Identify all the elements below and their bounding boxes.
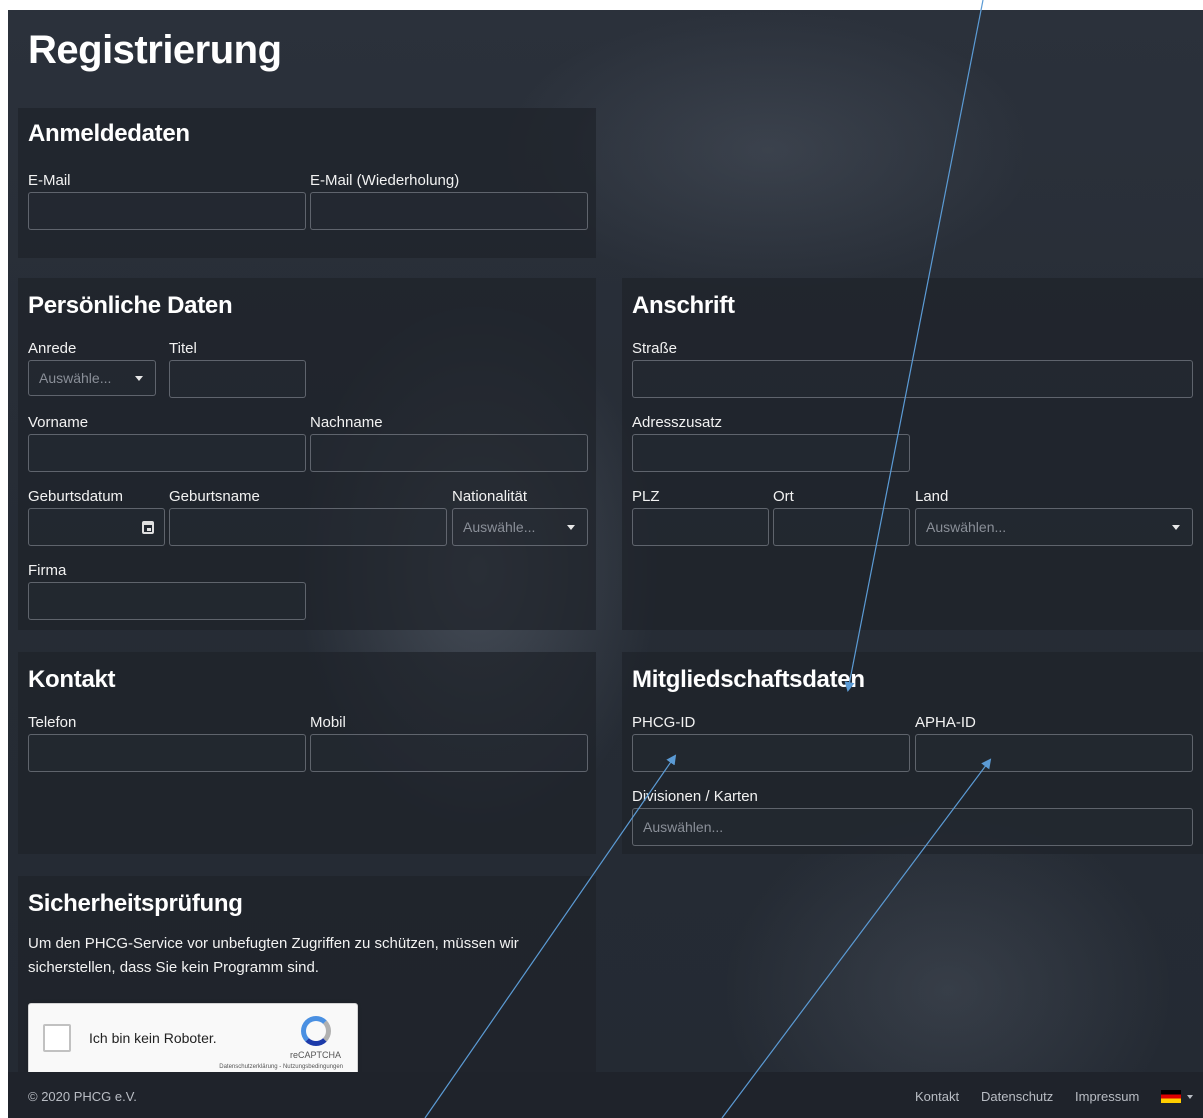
street-label: Straße — [632, 340, 678, 357]
title-label: Titel — [169, 340, 197, 357]
salutation-label: Anrede — [28, 340, 77, 357]
mobile-field[interactable] — [310, 734, 588, 772]
apha-id-field[interactable] — [915, 734, 1193, 772]
country-label: Land — [915, 488, 949, 505]
nationality-select[interactable]: Auswähle... — [452, 508, 588, 546]
email-field[interactable] — [28, 192, 306, 230]
personal-heading: Persönliche Daten — [28, 292, 233, 319]
firstname-field[interactable] — [28, 434, 306, 472]
divisions-select[interactable]: Auswählen... — [632, 808, 1193, 846]
security-text: Um den PHCG-Service vor unbefugten Zugri… — [28, 935, 519, 976]
page-title: Registrierung — [28, 28, 282, 72]
email-label: E-Mail — [28, 172, 71, 189]
birthname-label: Geburtsname — [169, 488, 260, 505]
footer-link-datenschutz[interactable]: Datenschutz — [981, 1089, 1053, 1104]
email-repeat-label: E-Mail (Wiederholung) — [310, 172, 460, 189]
contact-heading: Kontakt — [28, 666, 116, 693]
recaptcha-widget: Ich bin kein Roboter. reCAPTCHA Datensch… — [28, 1003, 358, 1079]
membership-card: Mitgliedschaftsdaten PHCG-ID APHA-ID Div… — [622, 652, 1203, 854]
security-heading: Sicherheitsprüfung — [28, 890, 243, 917]
address-card: Anschrift Straße Adresszusatz PLZ Ort La… — [622, 278, 1203, 630]
salutation-select[interactable]: Auswähle... — [28, 360, 156, 396]
login-card: Anmeldedaten E-Mail E-Mail (Wiederholung… — [18, 108, 596, 258]
birthdate-label: Geburtsdatum — [28, 488, 124, 505]
divisions-placeholder: Auswählen... — [643, 819, 724, 835]
company-field[interactable] — [28, 582, 306, 620]
nationality-label: Nationalität — [452, 488, 528, 505]
recaptcha-brand: reCAPTCHA — [289, 1050, 341, 1060]
phone-label: Telefon — [28, 714, 77, 731]
lastname-label: Nachname — [310, 414, 383, 431]
birthname-field[interactable] — [169, 508, 447, 546]
street-field[interactable] — [632, 360, 1193, 398]
phcg-id-label: PHCG-ID — [632, 714, 696, 731]
phone-field[interactable] — [28, 734, 306, 772]
city-label: Ort — [773, 488, 794, 505]
chevron-down-icon — [567, 525, 575, 530]
registration-page: Registrierung Anmeldedaten E-Mail E-Mail… — [8, 10, 1203, 1118]
address-heading: Anschrift — [632, 292, 735, 319]
divisions-label: Divisionen / Karten — [632, 788, 758, 805]
zip-label: PLZ — [632, 488, 660, 505]
apha-id-label: APHA-ID — [915, 714, 976, 731]
chevron-down-icon — [1187, 1095, 1193, 1099]
title-field[interactable] — [169, 360, 306, 398]
calendar-icon[interactable] — [142, 521, 154, 534]
footer-link-impressum[interactable]: Impressum — [1075, 1089, 1139, 1104]
login-heading: Anmeldedaten — [28, 120, 190, 147]
address-addition-field[interactable] — [632, 434, 910, 472]
salutation-placeholder: Auswähle... — [39, 370, 112, 386]
footer: © 2020 PHCG e.V. Kontakt Datenschutz Imp… — [8, 1072, 1203, 1118]
german-flag-icon[interactable] — [1161, 1090, 1181, 1103]
firstname-label: Vorname — [28, 414, 89, 431]
country-placeholder: Auswählen... — [926, 519, 1007, 535]
zip-field[interactable] — [632, 508, 769, 546]
recaptcha-label: Ich bin kein Roboter. — [89, 1030, 217, 1046]
country-select[interactable]: Auswählen... — [915, 508, 1193, 546]
addition-label: Adresszusatz — [632, 414, 723, 431]
copyright: © 2020 PHCG e.V. — [28, 1089, 137, 1104]
recaptcha-logo-icon — [301, 1016, 331, 1046]
personal-card: Persönliche Daten Anrede Titel Auswähle.… — [18, 278, 596, 630]
nationality-placeholder: Auswähle... — [463, 519, 536, 535]
footer-link-kontakt[interactable]: Kontakt — [915, 1089, 959, 1104]
chevron-down-icon — [135, 376, 143, 381]
lastname-field[interactable] — [310, 434, 588, 472]
phcg-id-field[interactable] — [632, 734, 910, 772]
city-field[interactable] — [773, 508, 910, 546]
membership-heading: Mitgliedschaftsdaten — [632, 666, 865, 693]
chevron-down-icon — [1172, 525, 1180, 530]
recaptcha-terms[interactable]: Datenschutzerklärung - Nutzungsbedingung… — [219, 1064, 343, 1070]
mobile-label: Mobil — [310, 714, 346, 731]
company-label: Firma — [28, 562, 67, 579]
birthdate-field[interactable] — [28, 508, 165, 546]
contact-card: Kontakt Telefon Mobil — [18, 652, 596, 854]
recaptcha-checkbox[interactable] — [43, 1024, 71, 1052]
email-repeat-field[interactable] — [310, 192, 588, 230]
